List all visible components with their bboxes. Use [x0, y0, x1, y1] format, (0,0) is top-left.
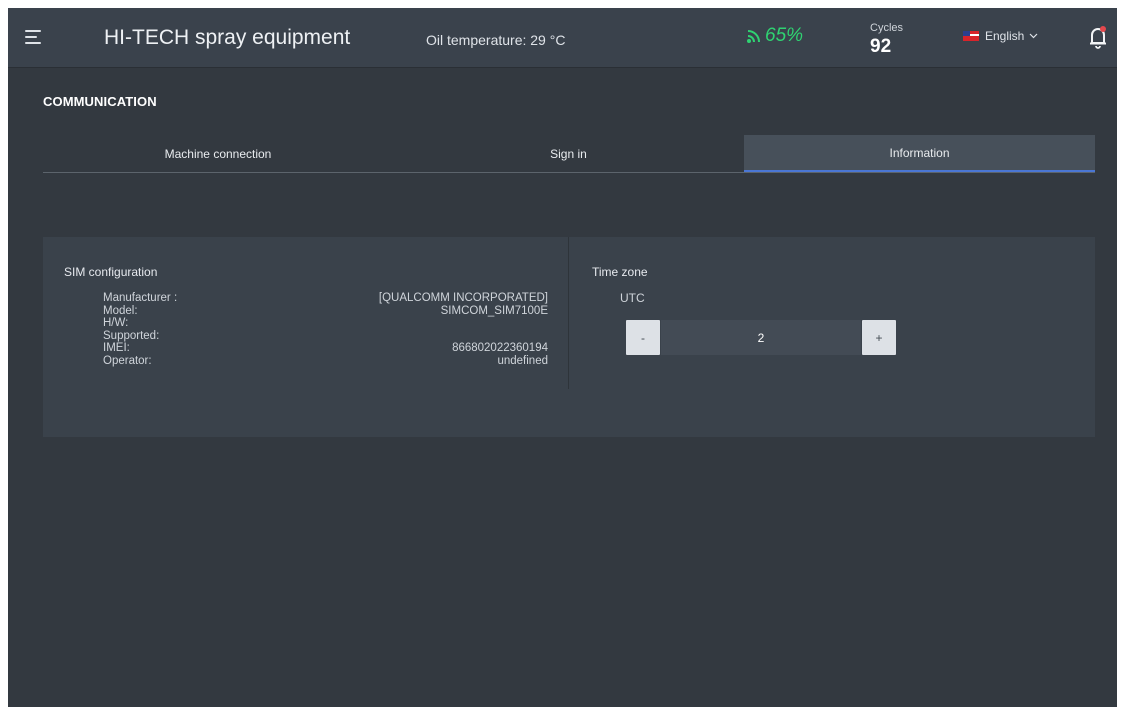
sim-value: [QUALCOMM INCORPORATED] [378, 292, 548, 304]
tab-sign-in[interactable]: Sign in [393, 135, 744, 172]
bell-icon[interactable] [1087, 25, 1109, 49]
tab-bar: Machine connection Sign in Information [43, 135, 1095, 173]
cycles-value: 92 [870, 36, 892, 57]
sim-label: Model: [103, 304, 138, 317]
sim-label: Supported: [103, 329, 160, 342]
signal-percent: 65% [765, 25, 804, 46]
sim-row-operator: Operator: undefined [103, 355, 548, 368]
signal-icon [747, 30, 760, 43]
cycles-counter: Cycles 92 [870, 22, 904, 57]
language-label: English [985, 29, 1025, 43]
sim-label: Operator: [103, 354, 152, 367]
chevron-down-icon [1029, 33, 1038, 39]
sim-value: undefined [497, 354, 548, 367]
sim-row-imei: IMEI: 866802022360194 [103, 342, 548, 355]
sim-row-manufacturer: Manufacturer : [QUALCOMM INCORPORATED] [103, 292, 548, 305]
sim-label: Manufacturer : [103, 292, 178, 304]
sim-row-hw: H/W: [103, 317, 548, 330]
app-title: HI-TECH spray equipment [104, 26, 351, 49]
sim-value: 866802022360194 [452, 342, 548, 354]
language-selector[interactable]: English [963, 29, 1038, 43]
oil-temperature: Oil temperature: 29 °C [426, 32, 566, 48]
time-zone-value[interactable]: 2 [661, 320, 861, 355]
sim-value: SIMCOM_SIM7100E [440, 304, 548, 317]
us-flag-icon [963, 31, 979, 41]
utc-label: UTC [620, 291, 645, 305]
sim-label: IMEI: [103, 342, 130, 354]
panel-divider [568, 237, 569, 389]
page-title: COMMUNICATION [43, 94, 157, 109]
top-bar: HI-TECH spray equipment Oil temperature:… [8, 8, 1117, 68]
time-zone-title: Time zone [592, 265, 648, 279]
decrement-button[interactable]: - [626, 320, 660, 355]
sim-row-model: Model: SIMCOM_SIM7100E [103, 305, 548, 318]
tab-machine-connection[interactable]: Machine connection [43, 135, 393, 172]
sim-label: H/W: [103, 317, 129, 329]
cycles-label: Cycles [870, 22, 904, 34]
menu-icon[interactable] [25, 27, 47, 47]
signal-strength: 65% [746, 23, 803, 49]
sim-row-supported: Supported: [103, 330, 548, 343]
tab-information[interactable]: Information [744, 135, 1095, 172]
sim-configuration-title: SIM configuration [64, 265, 158, 279]
information-panel: SIM configuration Manufacturer : [QUALCO… [43, 237, 1095, 437]
sim-details: Manufacturer : [QUALCOMM INCORPORATED] M… [103, 292, 548, 367]
app-window: HI-TECH spray equipment Oil temperature:… [8, 8, 1117, 707]
increment-button[interactable]: + [862, 320, 896, 355]
